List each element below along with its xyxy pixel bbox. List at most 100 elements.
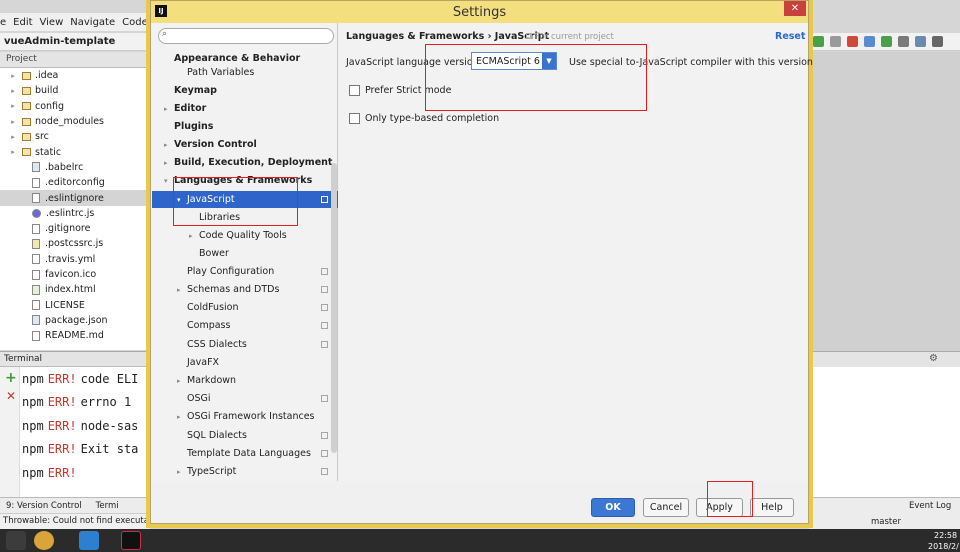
menu-item[interactable]: Code [122, 17, 148, 28]
settings-nav-item[interactable]: ColdFusion [152, 299, 338, 316]
settings-nav-item[interactable]: Keymap [152, 82, 338, 99]
help-button[interactable]: Help [750, 498, 794, 517]
pen-app-icon[interactable] [79, 531, 99, 550]
chevron-right-icon[interactable]: ▸ [164, 159, 168, 167]
menu-item[interactable]: Edit [13, 17, 32, 28]
expand-arrow-icon[interactable]: ▸ [8, 118, 18, 126]
chevron-right-icon[interactable]: ▸ [177, 286, 181, 294]
settings-nav-item[interactable]: OSGi [152, 390, 338, 407]
tree-row[interactable]: ▸ .idea [0, 68, 150, 83]
tree-row[interactable]: index.html [0, 282, 150, 297]
settings-nav-item[interactable]: Bower [152, 245, 338, 262]
vcs-commit-icon[interactable] [881, 36, 892, 47]
settings-nav-item[interactable]: ▸ Editor [152, 100, 338, 117]
event-log-button[interactable]: Event Log [909, 501, 951, 511]
tree-row[interactable]: .editorconfig [0, 175, 150, 190]
terminal-line: npm ERR! node-sas [0, 414, 150, 438]
settings-nav-item[interactable]: Path Variables [152, 64, 338, 81]
tree-row[interactable]: ▸ config [0, 99, 150, 114]
project-tree[interactable]: ▸ .idea ▸ build ▸ config ▸ node_modules ▸ src ▸ sta… [0, 68, 150, 350]
ok-button[interactable]: OK [591, 498, 635, 517]
settings-nav-item[interactable]: ▸ Schemas and DTDs [152, 281, 338, 298]
tree-row[interactable]: .babelrc [0, 160, 150, 175]
settings-nav-item[interactable]: SQL Dialects [152, 427, 338, 444]
expand-arrow-icon[interactable]: ▸ [8, 133, 18, 141]
bottom-tab[interactable]: 9: Version Control [6, 501, 82, 511]
settings-nav-item[interactable]: Play Configuration [152, 263, 338, 280]
tree-row[interactable]: README.md [0, 328, 150, 343]
close-dialog-button[interactable]: ✕ [784, 1, 806, 16]
history-icon[interactable] [898, 36, 909, 47]
sidebar-scrollbar[interactable] [331, 163, 337, 453]
chevron-right-icon[interactable]: ▸ [189, 232, 193, 240]
settings-search-input[interactable] [158, 28, 334, 44]
cancel-button[interactable]: Cancel [643, 498, 689, 517]
windows-start-icon[interactable] [6, 531, 26, 550]
chrome-icon[interactable] [34, 531, 54, 550]
tree-row[interactable]: ▸ build [0, 83, 150, 98]
settings-nav-item[interactable]: ▸ Build, Execution, Deployment [152, 154, 338, 171]
expand-arrow-icon[interactable]: ▸ [8, 72, 18, 80]
settings-nav-item[interactable]: Template Data Languages [152, 445, 338, 462]
settings-nav-item[interactable]: Plugins [152, 118, 338, 135]
tree-row[interactable]: .eslintignore [0, 190, 150, 206]
settings-nav-item[interactable]: CSS Dialects [152, 336, 338, 353]
reset-link[interactable]: Reset [775, 31, 805, 42]
tree-row-label: .eslintrc.js [46, 207, 95, 219]
expand-arrow-icon[interactable]: ▸ [8, 87, 18, 95]
prefer-strict-checkbox[interactable] [349, 85, 360, 96]
tree-row[interactable]: LICENSE [0, 297, 150, 312]
bottom-tab[interactable]: Termi [96, 501, 119, 511]
terminal-output[interactable]: npm ERR! code ELI npm ERR! errno 1 npm ERR! node… [0, 367, 150, 497]
menu-item[interactable]: Navigate [70, 17, 115, 28]
terminal-settings-bar: ⚙ [809, 351, 960, 367]
status-bar-message: Throwable: Could not find executable [0, 513, 150, 529]
type-based-completion-checkbox[interactable] [349, 113, 360, 124]
tree-row[interactable]: .gitignore [0, 221, 150, 236]
menu-item[interactable]: e [0, 17, 6, 28]
vcs-update-icon[interactable] [864, 36, 875, 47]
terminal-toolbar: + ✕ [0, 367, 20, 497]
dialog-titlebar[interactable]: Settings [151, 1, 808, 23]
chevron-right-icon[interactable]: ▸ [164, 105, 168, 113]
chevron-right-icon[interactable]: ▸ [164, 141, 168, 149]
close-icon[interactable]: ✕ [6, 389, 16, 403]
settings-nav-label: OSGi [187, 393, 211, 404]
tree-row[interactable]: favicon.ico [0, 267, 150, 282]
tree-row[interactable]: .travis.yml [0, 252, 150, 267]
expand-arrow-icon[interactable]: ▸ [8, 148, 18, 156]
intellij-taskbar-icon[interactable] [121, 531, 141, 550]
gear-icon[interactable]: ⚙ [929, 353, 938, 364]
tree-row[interactable]: .eslintrc.js [0, 206, 150, 221]
chevron-right-icon[interactable]: ▸ [177, 377, 181, 385]
menu-item[interactable]: View [40, 17, 64, 28]
run-icon[interactable] [813, 36, 824, 47]
chevron-down-icon[interactable]: ▾ [164, 177, 168, 185]
project-settings-icon [321, 268, 328, 275]
tree-row[interactable]: ▸ static [0, 144, 150, 159]
stop-icon[interactable] [847, 36, 858, 47]
settings-nav-item[interactable]: ▸ Markdown [152, 372, 338, 389]
settings-nav-item[interactable]: Compass [152, 317, 338, 334]
debug-icon[interactable] [830, 36, 841, 47]
bottom-tool-tabs: 9: Version Control Termi [0, 497, 150, 513]
settings-nav-item[interactable]: ▸ Code Quality Tools [152, 227, 338, 244]
tree-row[interactable]: .postcssrc.js [0, 236, 150, 251]
settings-nav-item[interactable]: JavaFX [152, 354, 338, 371]
settings-nav-item[interactable]: ▸ TypeScript [152, 463, 338, 480]
file-icon [32, 238, 40, 249]
tree-row[interactable]: package.json [0, 313, 150, 328]
add-icon[interactable]: + [5, 370, 17, 386]
settings-nav-item[interactable]: ▸ OSGi Framework Instances [152, 408, 338, 425]
structure-icon[interactable] [932, 36, 943, 47]
git-branch-widget[interactable]: master [871, 517, 901, 527]
revert-icon[interactable] [915, 36, 926, 47]
settings-nav-item[interactable]: ▸ Version Control [152, 136, 338, 153]
chevron-right-icon[interactable]: ▸ [177, 468, 181, 476]
chevron-right-icon[interactable]: ▸ [177, 413, 181, 421]
project-breadcrumb[interactable]: vueAdmin-template [0, 33, 150, 51]
tree-row[interactable]: ▸ node_modules [0, 114, 150, 129]
project-panel-header[interactable]: Project [0, 52, 150, 68]
tree-row[interactable]: ▸ src [0, 129, 150, 144]
expand-arrow-icon[interactable]: ▸ [8, 102, 18, 110]
